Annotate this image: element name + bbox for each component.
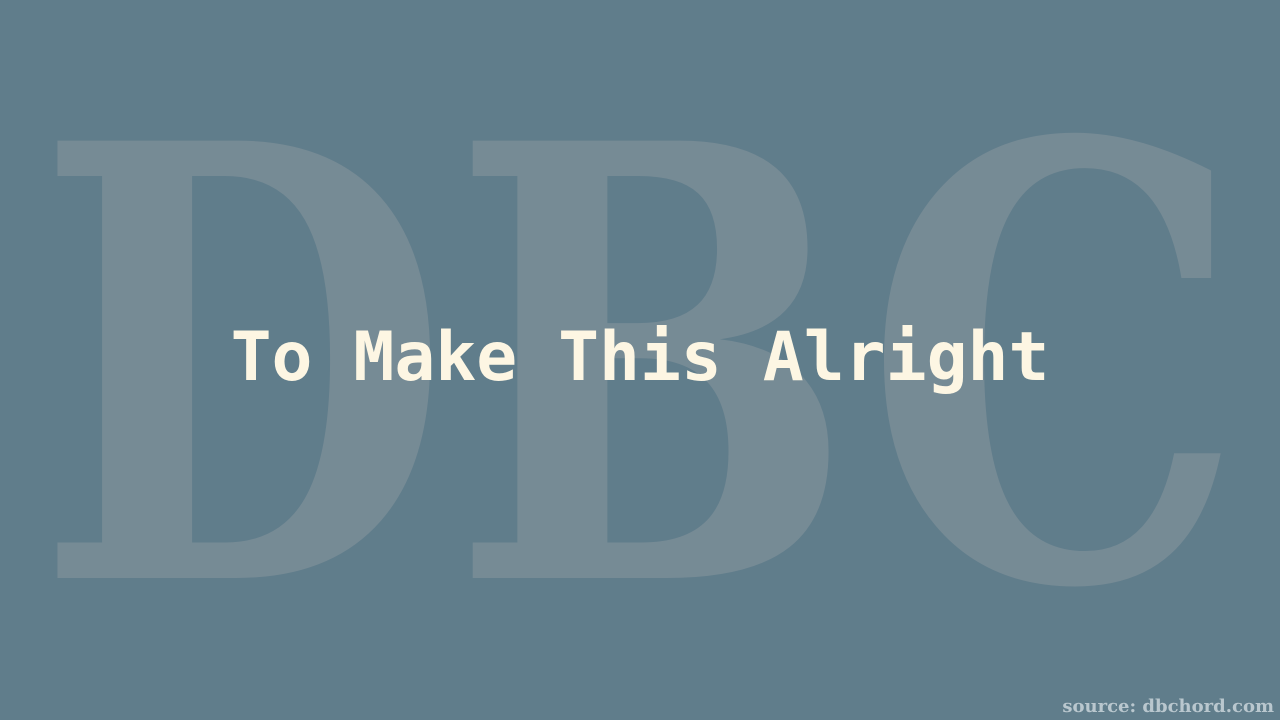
source-credit: source: dbchord.com	[1062, 696, 1274, 717]
song-title: To Make This Alright	[230, 318, 1050, 397]
